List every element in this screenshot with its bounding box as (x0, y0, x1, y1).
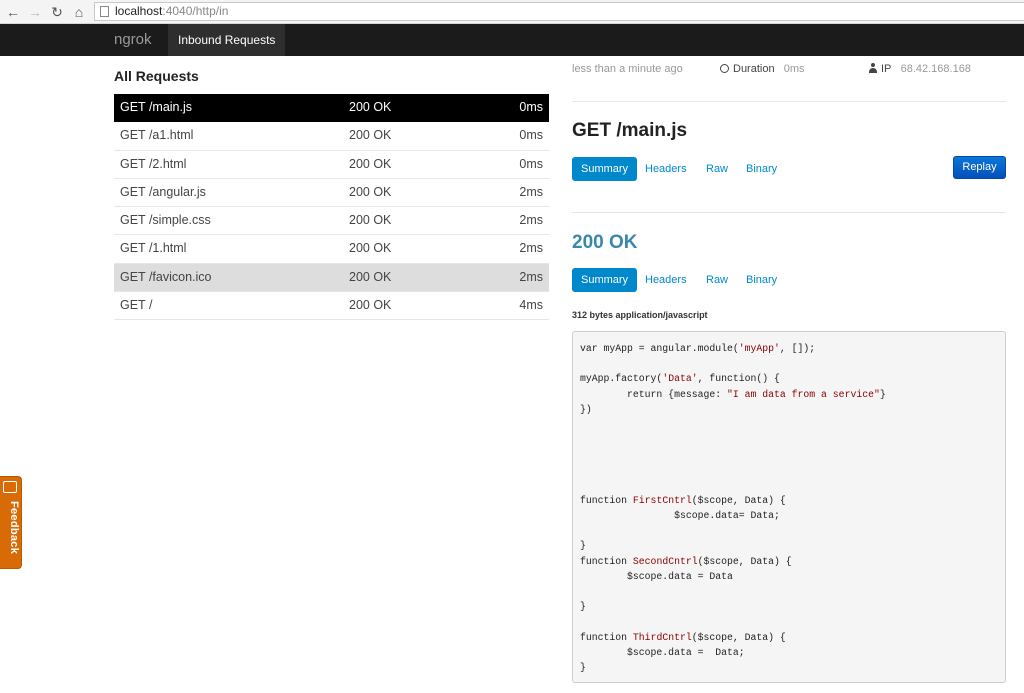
feedback-tab[interactable]: Feedback (0, 476, 22, 569)
request-path: GET /2.html (120, 156, 187, 171)
request-status: 200 OK (349, 156, 392, 171)
request-duration: 2ms (519, 269, 543, 284)
response-tab-headers[interactable]: Headers (636, 268, 696, 292)
code-line: } (580, 540, 586, 552)
request-path: GET /a1.html (120, 128, 194, 143)
divider (572, 212, 1006, 213)
request-status: 200 OK (349, 213, 392, 228)
code-line: function SecondCntrl($scope, Data) { (580, 555, 792, 567)
response-body-code: var myApp = angular.module('myApp', []);… (572, 331, 1006, 683)
address-bar[interactable]: localhost:4040/http/in (94, 2, 1024, 21)
request-duration: 0ms (519, 156, 543, 171)
code-line: } (580, 601, 586, 613)
requests-table: GET /main.js 200 OK 0ms GET /a1.html 200 OK 0… (114, 94, 549, 321)
ip-value: 68.42.168.168 (900, 63, 971, 75)
request-path: GET /1.html (120, 241, 187, 256)
request-duration: 4ms (519, 298, 543, 313)
user-icon (869, 63, 877, 73)
request-duration: 2ms (519, 184, 543, 199)
table-row[interactable]: GET /simple.css 200 OK 2ms (114, 207, 549, 236)
ip-label: IP (881, 63, 892, 75)
browser-toolbar: ← → ↻ ⌂ localhost:4040/http/in (0, 0, 1024, 24)
request-path: GET /angular.js (120, 184, 206, 199)
table-row[interactable]: GET /angular.js 200 OK 2ms (114, 179, 549, 208)
code-line: } (580, 661, 586, 673)
request-title: GET /main.js (572, 120, 688, 141)
request-tab-raw[interactable]: Raw (697, 157, 737, 181)
clock-icon (720, 64, 729, 73)
back-icon[interactable]: ← (4, 3, 22, 21)
request-status: 200 OK (349, 241, 392, 256)
request-status: 200 OK (349, 298, 392, 313)
request-tab-binary[interactable]: Binary (737, 157, 786, 181)
table-row[interactable]: GET /favicon.ico 200 OK 2ms (114, 263, 549, 293)
feedback-label: Feedback (8, 501, 20, 555)
request-status: 200 OK (349, 184, 392, 199)
code-line: function ThirdCntrl($scope, Data) { (580, 631, 786, 643)
request-tab-summary[interactable]: Summary (572, 157, 638, 181)
url-path: :4040/http/in (162, 4, 229, 18)
code-line: $scope.data = Data (580, 570, 733, 582)
request-duration: 2ms (519, 241, 543, 256)
tab-inbound-requests[interactable]: Inbound Requests (168, 24, 286, 56)
url-host: localhost (115, 4, 163, 18)
duration-meta: Duration 0ms (720, 63, 805, 75)
page-icon (100, 6, 109, 17)
duration-label: Duration (733, 63, 775, 75)
request-path: GET /favicon.ico (120, 269, 212, 284)
brand-logo[interactable]: ngrok (114, 24, 152, 56)
code-line: $scope.data = Data; (580, 646, 745, 658)
response-tab-summary[interactable]: Summary (572, 268, 638, 292)
megaphone-icon (3, 481, 17, 493)
response-size-info: 312 bytes application/javascript (572, 310, 708, 320)
request-status: 200 OK (349, 100, 392, 114)
code-line: }) (580, 403, 592, 415)
divider (572, 101, 1006, 102)
code-line: var myApp = angular.module('myApp', []); (580, 343, 816, 354)
table-row[interactable]: GET /2.html 200 OK 0ms (114, 151, 549, 179)
replay-button[interactable]: Replay (953, 156, 1006, 179)
request-path: GET / (120, 298, 153, 313)
code-line: function FirstCntrl($scope, Data) { (580, 494, 786, 506)
table-row[interactable]: GET /a1.html 200 OK 0ms (114, 122, 549, 151)
request-duration: 0ms (519, 128, 543, 143)
code-line: $scope.data= Data; (580, 510, 780, 522)
response-status-title: 200 OK (572, 232, 638, 253)
request-duration: 0ms (519, 100, 543, 114)
response-tab-raw[interactable]: Raw (697, 268, 737, 292)
request-status: 200 OK (349, 269, 392, 284)
table-row[interactable]: GET / 200 OK 4ms (114, 292, 549, 321)
response-tab-binary[interactable]: Binary (737, 268, 786, 292)
table-row[interactable]: GET /main.js 200 OK 0ms (114, 94, 549, 123)
request-duration: 2ms (519, 213, 543, 228)
request-tab-headers[interactable]: Headers (636, 157, 696, 181)
requests-title: All Requests (114, 68, 199, 84)
code-line: myApp.factory('Data', function() { (580, 373, 780, 385)
forward-icon[interactable]: → (26, 3, 44, 21)
ip-meta: IP 68.42.168.168 (869, 63, 971, 75)
request-status: 200 OK (349, 128, 392, 143)
home-icon[interactable]: ⌂ (70, 3, 88, 21)
table-row[interactable]: GET /1.html 200 OK 2ms (114, 235, 549, 264)
duration-value: 0ms (783, 63, 805, 75)
request-path: GET /simple.css (120, 213, 211, 228)
reload-icon[interactable]: ↻ (48, 3, 66, 21)
request-time: less than a minute ago (572, 63, 683, 75)
code-line: return {message: "I am data from a servi… (580, 388, 886, 400)
request-path: GET /main.js (120, 100, 193, 114)
app-navbar: ngrok Inbound Requests (0, 24, 1024, 56)
